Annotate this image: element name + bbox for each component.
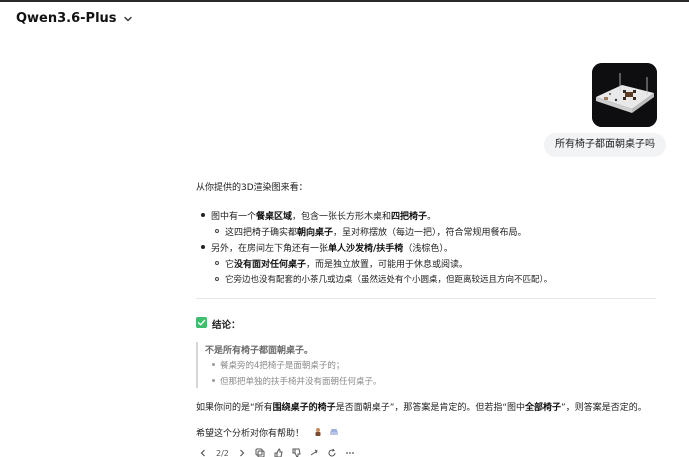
chevron-left-icon[interactable] <box>198 448 208 457</box>
quote-item-2: 但那把单独的扶手椅并没有面朝任何桌子。 <box>220 377 382 387</box>
top-border <box>0 0 689 2</box>
thanks-line: 希望这个分析对你有帮助！ <box>196 426 339 439</box>
chevron-right-icon[interactable] <box>237 448 247 457</box>
share-icon[interactable] <box>309 448 319 457</box>
model-name: Qwen3.6-Plus <box>16 11 117 26</box>
sub-bullet-1: 这四把椅子确实都朝向桌子，呈对称摆放（每边一把），符合常规用餐布局。 <box>225 228 527 238</box>
bullet-2: 另外，在房间左下角还有一张单人沙发椅/扶手椅（浅棕色）。 <box>211 244 453 254</box>
final-paragraph: 如果你问的是“所有围绕桌子的椅子是否面朝桌子”，那答案是肯定的。但若指“图中全部… <box>196 403 647 413</box>
answer-intro: 从你提供的3D渲染图来看： <box>196 183 308 193</box>
bullet-dot <box>201 245 205 249</box>
conclusion-title: 结论： <box>212 320 241 331</box>
sofa-emoji-icon <box>329 429 338 435</box>
quote-main: 不是所有椅子都面朝桌子。 <box>205 346 314 356</box>
thumbs-up-icon[interactable] <box>273 448 283 457</box>
more-icon[interactable] <box>345 448 355 457</box>
thumbs-down-icon[interactable] <box>291 448 301 457</box>
refresh-icon[interactable] <box>327 448 337 457</box>
quote-bar <box>196 342 198 388</box>
check-box-icon <box>196 317 207 328</box>
quote-bullet-dot <box>212 363 215 366</box>
sub-bullet-dot <box>215 277 219 281</box>
sub-bullet-dot <box>215 261 219 265</box>
3d-render-thumbnail-icon <box>592 63 657 127</box>
user-message-bubble: 所有椅子都面朝桌子吗 <box>544 133 666 157</box>
divider <box>196 298 656 299</box>
sub-bullet-dot <box>215 229 219 233</box>
quote-bullet-dot <box>212 379 215 382</box>
model-selector[interactable]: Qwen3.6-Plus <box>16 11 133 26</box>
user-uploaded-image[interactable] <box>592 63 657 127</box>
chevron-down-icon <box>123 16 132 21</box>
pager: 2/2 <box>216 448 229 457</box>
sub-bullet-2: 它没有面对任何桌子，而是独立放置，可能用于休息或阅读。 <box>225 260 469 270</box>
bullet-dot <box>201 213 205 217</box>
message-toolbar: 2/2 <box>198 448 355 457</box>
person-emoji-icon <box>315 428 321 436</box>
bullet-1: 图中有一个餐桌区域，包含一张长方形木桌和四把椅子。 <box>211 212 437 222</box>
sub-bullet-3: 它旁边也没有配套的小茶几或边桌（虽然远处有个小圆桌，但距离较远且方向不匹配）。 <box>225 275 553 285</box>
quote-item-1: 餐桌旁的4把椅子是面朝桌子的； <box>220 361 345 371</box>
copy-icon[interactable] <box>255 448 265 457</box>
